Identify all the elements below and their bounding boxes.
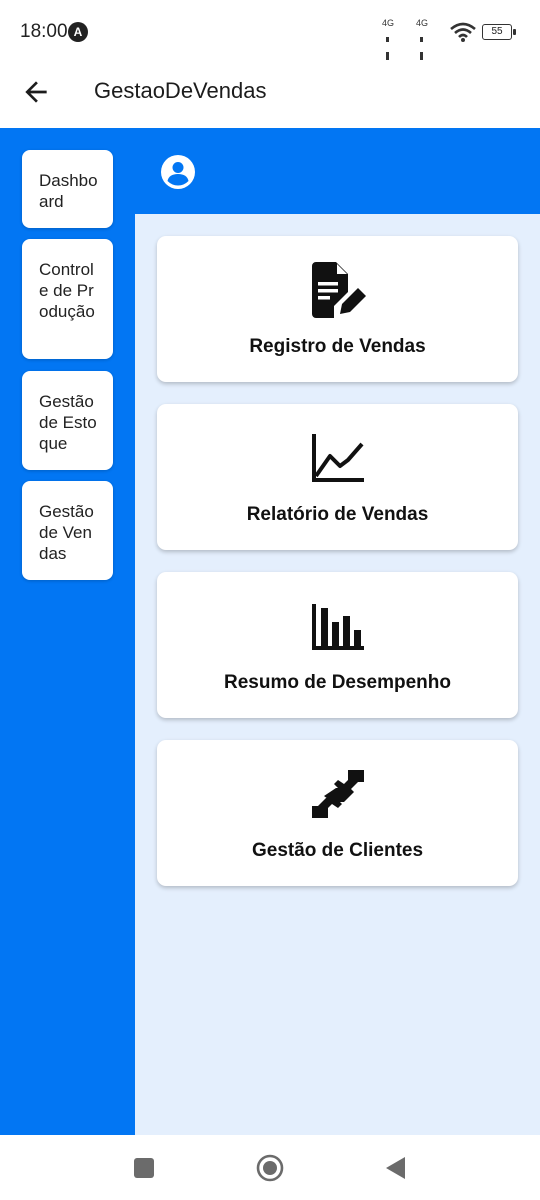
- sidebar-item-label: Controle de Produção: [39, 260, 95, 321]
- arrow-left-icon[interactable]: [20, 76, 52, 108]
- main-header: [135, 128, 540, 214]
- sidebar-item-gestao-vendas[interactable]: Gestão de Vendas: [22, 481, 113, 580]
- back-triangle-icon[interactable]: [381, 1153, 411, 1183]
- account-circle-icon[interactable]: [160, 154, 196, 190]
- status-bar: 18:00 A 4G 4G 55: [0, 0, 540, 96]
- system-nav-bar: [0, 1135, 540, 1200]
- recent-apps-icon[interactable]: [129, 1153, 159, 1183]
- sidebar-item-dashboard[interactable]: Dashboard: [22, 150, 113, 228]
- card-label: Gestão de Clientes: [251, 840, 424, 861]
- card-label: Resumo de Desempenho: [224, 672, 451, 693]
- file-edit-icon: [311, 262, 366, 318]
- battery-icon: 55: [482, 24, 516, 40]
- bar-chart-icon: [311, 604, 364, 650]
- sidebar-item-controle-producao[interactable]: Controle de Produção: [22, 239, 113, 359]
- main-content: Registro de Vendas Relatório de Vendas R…: [135, 214, 540, 1135]
- sidebar: Dashboard Controle de Produção Gestão de…: [0, 128, 135, 1135]
- home-icon[interactable]: [255, 1153, 285, 1183]
- line-chart-icon: [311, 434, 364, 482]
- sidebar-item-gestao-estoque[interactable]: Gestão de Estoque: [22, 371, 113, 470]
- card-label: Relatório de Vendas: [246, 504, 429, 525]
- page-title: GestaoDeVendas: [94, 78, 267, 103]
- card-relatorio-vendas[interactable]: Relatório de Vendas: [157, 404, 518, 550]
- app-bar: GestaoDeVendas: [0, 64, 540, 128]
- card-gestao-clientes[interactable]: Gestão de Clientes: [157, 740, 518, 886]
- sidebar-item-label: Dashboard: [39, 171, 98, 211]
- notification-badge-icon: A: [68, 22, 88, 42]
- card-resumo-desempenho[interactable]: Resumo de Desempenho: [157, 572, 518, 718]
- handshake-icon: [311, 770, 364, 818]
- sidebar-item-label: Gestão de Vendas: [39, 502, 94, 563]
- card-label: Registro de Vendas: [249, 336, 426, 357]
- wifi-icon: [450, 22, 476, 42]
- status-time: 18:00: [20, 21, 68, 42]
- card-registro-vendas[interactable]: Registro de Vendas: [157, 236, 518, 382]
- sidebar-item-label: Gestão de Estoque: [39, 392, 97, 453]
